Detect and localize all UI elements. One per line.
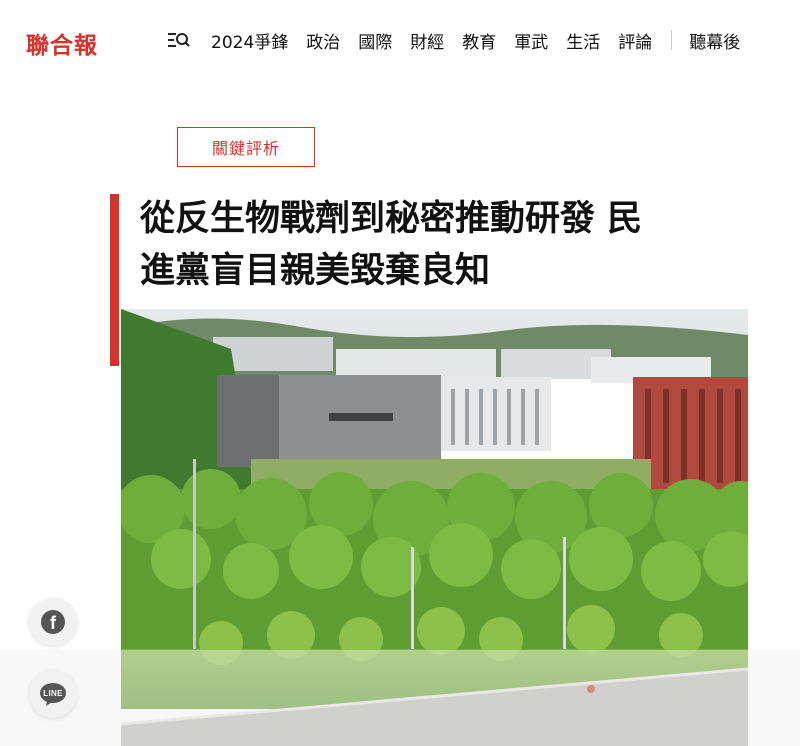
nav-item-education[interactable]: 教育: [462, 28, 496, 53]
nav-item-finance[interactable]: 財經: [410, 28, 444, 53]
nav-item-military[interactable]: 軍武: [514, 28, 548, 53]
category-tag[interactable]: 關鍵評析: [177, 127, 315, 167]
headline-accent-bar: [110, 194, 119, 366]
facebook-icon: f: [41, 610, 65, 634]
nav-item-behind-scenes[interactable]: 聽幕後: [689, 28, 740, 53]
nav-item-2024[interactable]: 2024爭鋒: [211, 28, 288, 53]
site-logo[interactable]: 聯合報: [26, 26, 98, 60]
line-share-button[interactable]: LINE: [29, 670, 77, 718]
headline-line-1: 從反生物戰劑到秘密推動研發 民: [140, 198, 643, 239]
site-header: 聯合報 2024爭鋒 政治 國際 財經 教育 軍武 生活 評論 聽幕後: [0, 0, 800, 80]
article-hero-image: [121, 309, 748, 746]
nav-divider: [671, 30, 673, 50]
facebook-share-button[interactable]: f: [29, 598, 77, 646]
nav-item-international[interactable]: 國際: [358, 28, 392, 53]
headline-line-2: 進黨盲目親美毀棄良知: [140, 250, 491, 291]
line-icon-label: LINE: [43, 688, 63, 698]
article-headline: 從反生物戰劑到秘密推動研發 民 進黨盲目親美毀棄良知: [140, 193, 740, 297]
search-icon[interactable]: [168, 30, 190, 50]
nav-item-politics[interactable]: 政治: [306, 28, 340, 53]
main-nav: 2024爭鋒 政治 國際 財經 教育 軍武 生活 評論 聽幕後: [211, 28, 758, 53]
nav-item-opinion[interactable]: 評論: [618, 28, 652, 53]
nav-item-life[interactable]: 生活: [566, 28, 600, 53]
